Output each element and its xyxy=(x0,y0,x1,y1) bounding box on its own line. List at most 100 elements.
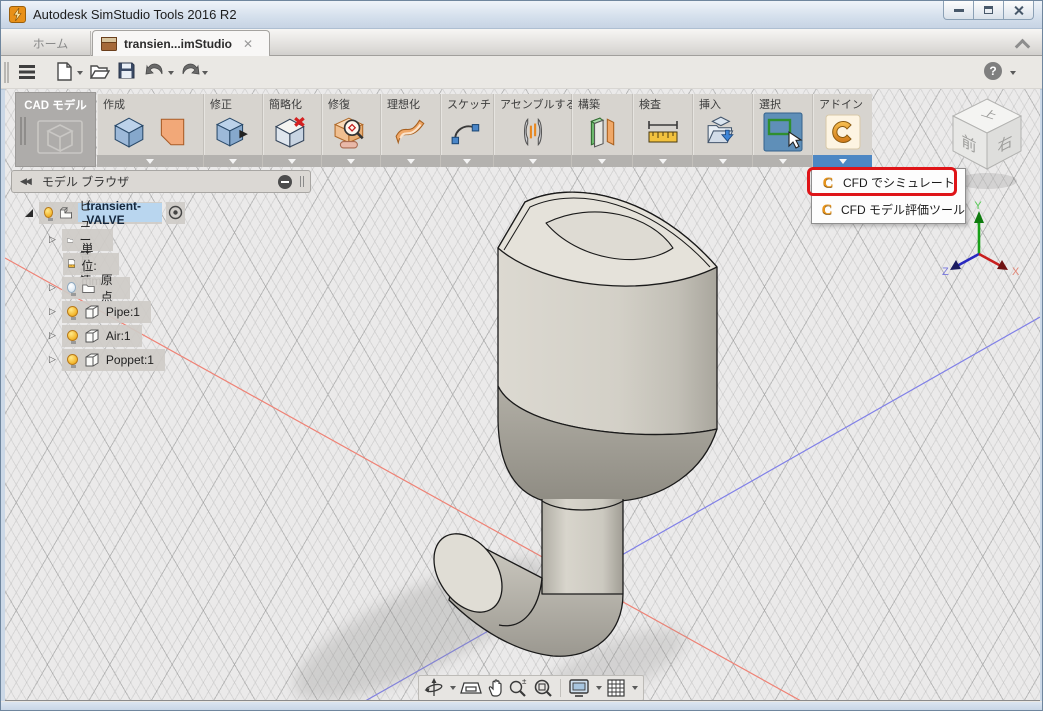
new-file-dropdown-caret[interactable] xyxy=(77,71,83,75)
cad-model-tab-label: CAD モデル xyxy=(24,100,87,112)
visibility-bulb-off-icon[interactable] xyxy=(66,282,76,296)
new-file-button[interactable] xyxy=(57,62,73,81)
cube-blue-icon[interactable] xyxy=(112,115,146,149)
group-expand-band[interactable] xyxy=(572,155,632,167)
model-browser-header[interactable]: ◀◀ モデル ブラウザ xyxy=(11,170,311,193)
browser-minimize-icon[interactable] xyxy=(278,174,292,189)
window-title: Autodesk SimStudio Tools 2016 R2 xyxy=(33,7,237,22)
ribbon-group-idealize: 理想化 xyxy=(381,94,441,167)
undo-dropdown-caret[interactable] xyxy=(168,71,174,75)
zoom-button[interactable]: ± xyxy=(508,678,529,698)
cube-examine-icon[interactable] xyxy=(334,115,368,149)
group-expand-band[interactable] xyxy=(494,155,571,167)
pan-button[interactable] xyxy=(486,678,504,698)
visibility-bulb-icon[interactable] xyxy=(44,207,53,221)
tree-item-label: Pipe:1 xyxy=(105,304,140,319)
expand-closed-icon[interactable]: ▷ xyxy=(49,283,56,292)
quick-access-toolbar: ? xyxy=(1,56,1042,89)
group-expand-band[interactable] xyxy=(381,155,440,167)
y-axis-label: Y xyxy=(974,201,982,212)
tree-item-poppet[interactable]: ▷ Poppet:1 xyxy=(49,348,165,371)
corner-orange-icon[interactable] xyxy=(155,115,189,149)
tree-item-origin[interactable]: ▷ 原点 xyxy=(49,273,130,304)
import-folder-icon[interactable] xyxy=(706,115,740,149)
ribbon-group-construct: 構築 xyxy=(572,94,633,167)
group-expand-band[interactable] xyxy=(633,155,692,167)
navbar-separator xyxy=(560,679,561,697)
construct-plane-icon[interactable] xyxy=(585,115,619,149)
menu-item-cfd-evaluate[interactable]: C CFD モデル評価ツール xyxy=(812,196,965,223)
tree-item-label: Poppet:1 xyxy=(105,352,154,367)
save-button[interactable] xyxy=(118,62,135,79)
expand-closed-icon[interactable]: ▷ xyxy=(49,307,56,316)
ribbon-tab-cad-model[interactable]: CAD モデル xyxy=(15,92,96,167)
tab-close-button[interactable]: ✕ xyxy=(243,37,253,51)
wave-ribbon-icon[interactable] xyxy=(394,115,428,149)
ribbon-group-simplify: 簡略化 xyxy=(263,94,322,167)
tree-item-root[interactable]: transient-VALVE xyxy=(25,199,185,227)
minimize-button[interactable] xyxy=(943,1,974,20)
group-expand-band[interactable] xyxy=(441,155,493,167)
tab-home[interactable]: ホーム xyxy=(11,31,91,56)
collapse-ribbon-chevron-icon[interactable] xyxy=(1014,38,1031,55)
undo-button[interactable] xyxy=(145,62,165,77)
cad-model-cube-icon xyxy=(37,120,83,154)
display-style-button[interactable] xyxy=(568,678,590,698)
activate-component-button[interactable] xyxy=(165,201,185,224)
look-at-button[interactable] xyxy=(460,679,482,697)
expand-open-icon[interactable] xyxy=(25,208,33,217)
help-dropdown-caret[interactable] xyxy=(1010,71,1016,75)
visibility-bulb-icon[interactable] xyxy=(66,330,78,344)
grid-settings-button[interactable] xyxy=(606,678,626,698)
group-expand-band[interactable] xyxy=(97,155,203,167)
close-button[interactable] xyxy=(1003,1,1034,20)
component-icon xyxy=(85,305,99,318)
maximize-button[interactable] xyxy=(973,1,1004,20)
orbit-button[interactable] xyxy=(424,678,444,698)
cfd-addin-icon[interactable] xyxy=(824,113,862,151)
units-document-icon xyxy=(68,259,76,268)
ribbon-group-sketch: スケッチ xyxy=(441,94,494,167)
expand-closed-icon[interactable]: ▷ xyxy=(49,235,56,244)
grid-dropdown-caret[interactable] xyxy=(632,686,638,690)
visibility-bulb-icon[interactable] xyxy=(66,354,78,368)
navigation-bar: ± xyxy=(418,675,644,700)
title-bar: Autodesk SimStudio Tools 2016 R2 xyxy=(1,1,1042,29)
select-window-icon[interactable] xyxy=(763,112,803,152)
toolbar-grip[interactable] xyxy=(4,62,9,83)
group-expand-band[interactable] xyxy=(753,155,812,167)
group-expand-band[interactable] xyxy=(693,155,752,167)
orbit-dropdown-caret[interactable] xyxy=(450,686,456,690)
ribbon-group-addins: アドイン xyxy=(813,94,872,167)
browser-collapse-icon[interactable]: ◀◀ xyxy=(20,176,32,187)
expand-closed-icon[interactable]: ▷ xyxy=(49,331,56,340)
redo-button[interactable] xyxy=(180,62,200,77)
visibility-bulb-icon[interactable] xyxy=(66,306,78,320)
assemble-join-icon[interactable] xyxy=(515,115,551,149)
browser-resize-grip[interactable] xyxy=(300,176,304,187)
group-expand-band[interactable] xyxy=(322,155,380,167)
ribbon-grip[interactable] xyxy=(20,117,26,145)
open-file-button[interactable] xyxy=(90,62,110,80)
display-style-dropdown-caret[interactable] xyxy=(596,686,602,690)
group-expand-band[interactable] xyxy=(204,155,262,167)
spline-icon[interactable] xyxy=(450,115,484,149)
tree-item-air[interactable]: ▷ Air:1 xyxy=(49,324,142,347)
menu-hamburger-icon[interactable] xyxy=(19,65,35,79)
zoom-window-button[interactable] xyxy=(533,678,553,698)
expand-closed-icon[interactable]: ▷ xyxy=(49,355,56,364)
cube-push-icon[interactable] xyxy=(216,115,250,149)
window-frame-bottom xyxy=(1,702,1042,710)
tree-item-pipe[interactable]: ▷ Pipe:1 xyxy=(49,300,151,323)
ruler-icon[interactable] xyxy=(645,117,681,147)
group-expand-band[interactable] xyxy=(263,155,321,167)
redo-dropdown-caret[interactable] xyxy=(202,71,208,75)
ribbon-group-repair: 修復 xyxy=(322,94,381,167)
tab-document[interactable]: transien...imStudio ✕ xyxy=(92,30,270,56)
help-button[interactable]: ? xyxy=(984,62,1002,80)
valve-model[interactable] xyxy=(420,191,718,657)
radio-dot-icon xyxy=(168,205,183,220)
cube-remove-icon[interactable] xyxy=(275,115,309,149)
component-icon xyxy=(85,353,99,366)
addins-menu-band-open[interactable] xyxy=(813,155,872,167)
